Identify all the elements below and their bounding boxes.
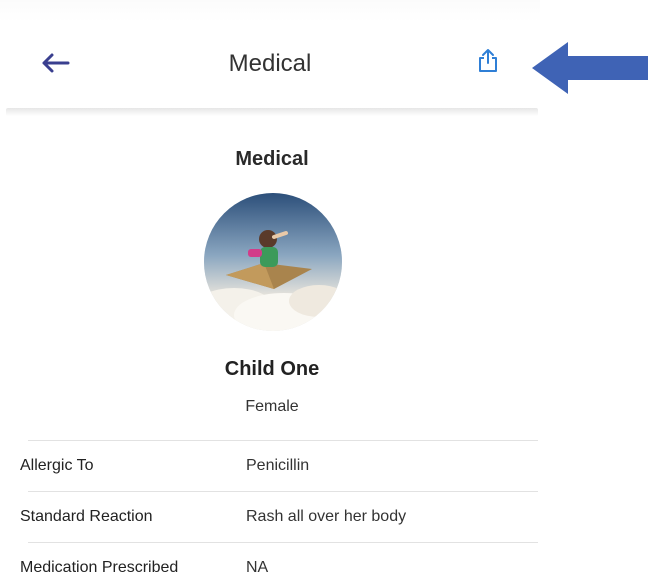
info-row-allergic-to: Allergic To Penicillin <box>20 440 538 491</box>
arrow-left-icon <box>40 52 70 79</box>
share-button[interactable] <box>474 48 502 78</box>
info-label: Medication Prescribed <box>20 559 179 574</box>
back-button[interactable] <box>38 48 72 82</box>
annotation-arrow-icon <box>530 38 648 98</box>
info-value: NA <box>246 559 269 574</box>
info-label: Standard Reaction <box>20 508 153 525</box>
info-value: Penicillin <box>246 457 310 474</box>
status-area <box>0 0 540 22</box>
info-value: Rash all over her body <box>246 508 407 525</box>
info-row-medication-prescribed: Medication Prescribed NA <box>20 542 538 574</box>
section-title: Medical <box>235 148 309 170</box>
info-label: Allergic To <box>20 457 94 474</box>
share-icon <box>477 48 499 79</box>
info-row-standard-reaction: Standard Reaction Rash all over her body <box>20 491 538 542</box>
avatar <box>204 193 342 331</box>
profile-gender: Female <box>245 398 299 415</box>
medical-info-table: Allergic To Penicillin Standard Reaction… <box>0 440 540 574</box>
app-header: Medical <box>0 22 540 110</box>
medical-screen: Medical Medical Child One Female Allergi… <box>0 0 648 574</box>
profile-name: Child One <box>224 358 320 380</box>
header-divider <box>6 108 538 116</box>
page-title: Medical <box>228 50 312 77</box>
